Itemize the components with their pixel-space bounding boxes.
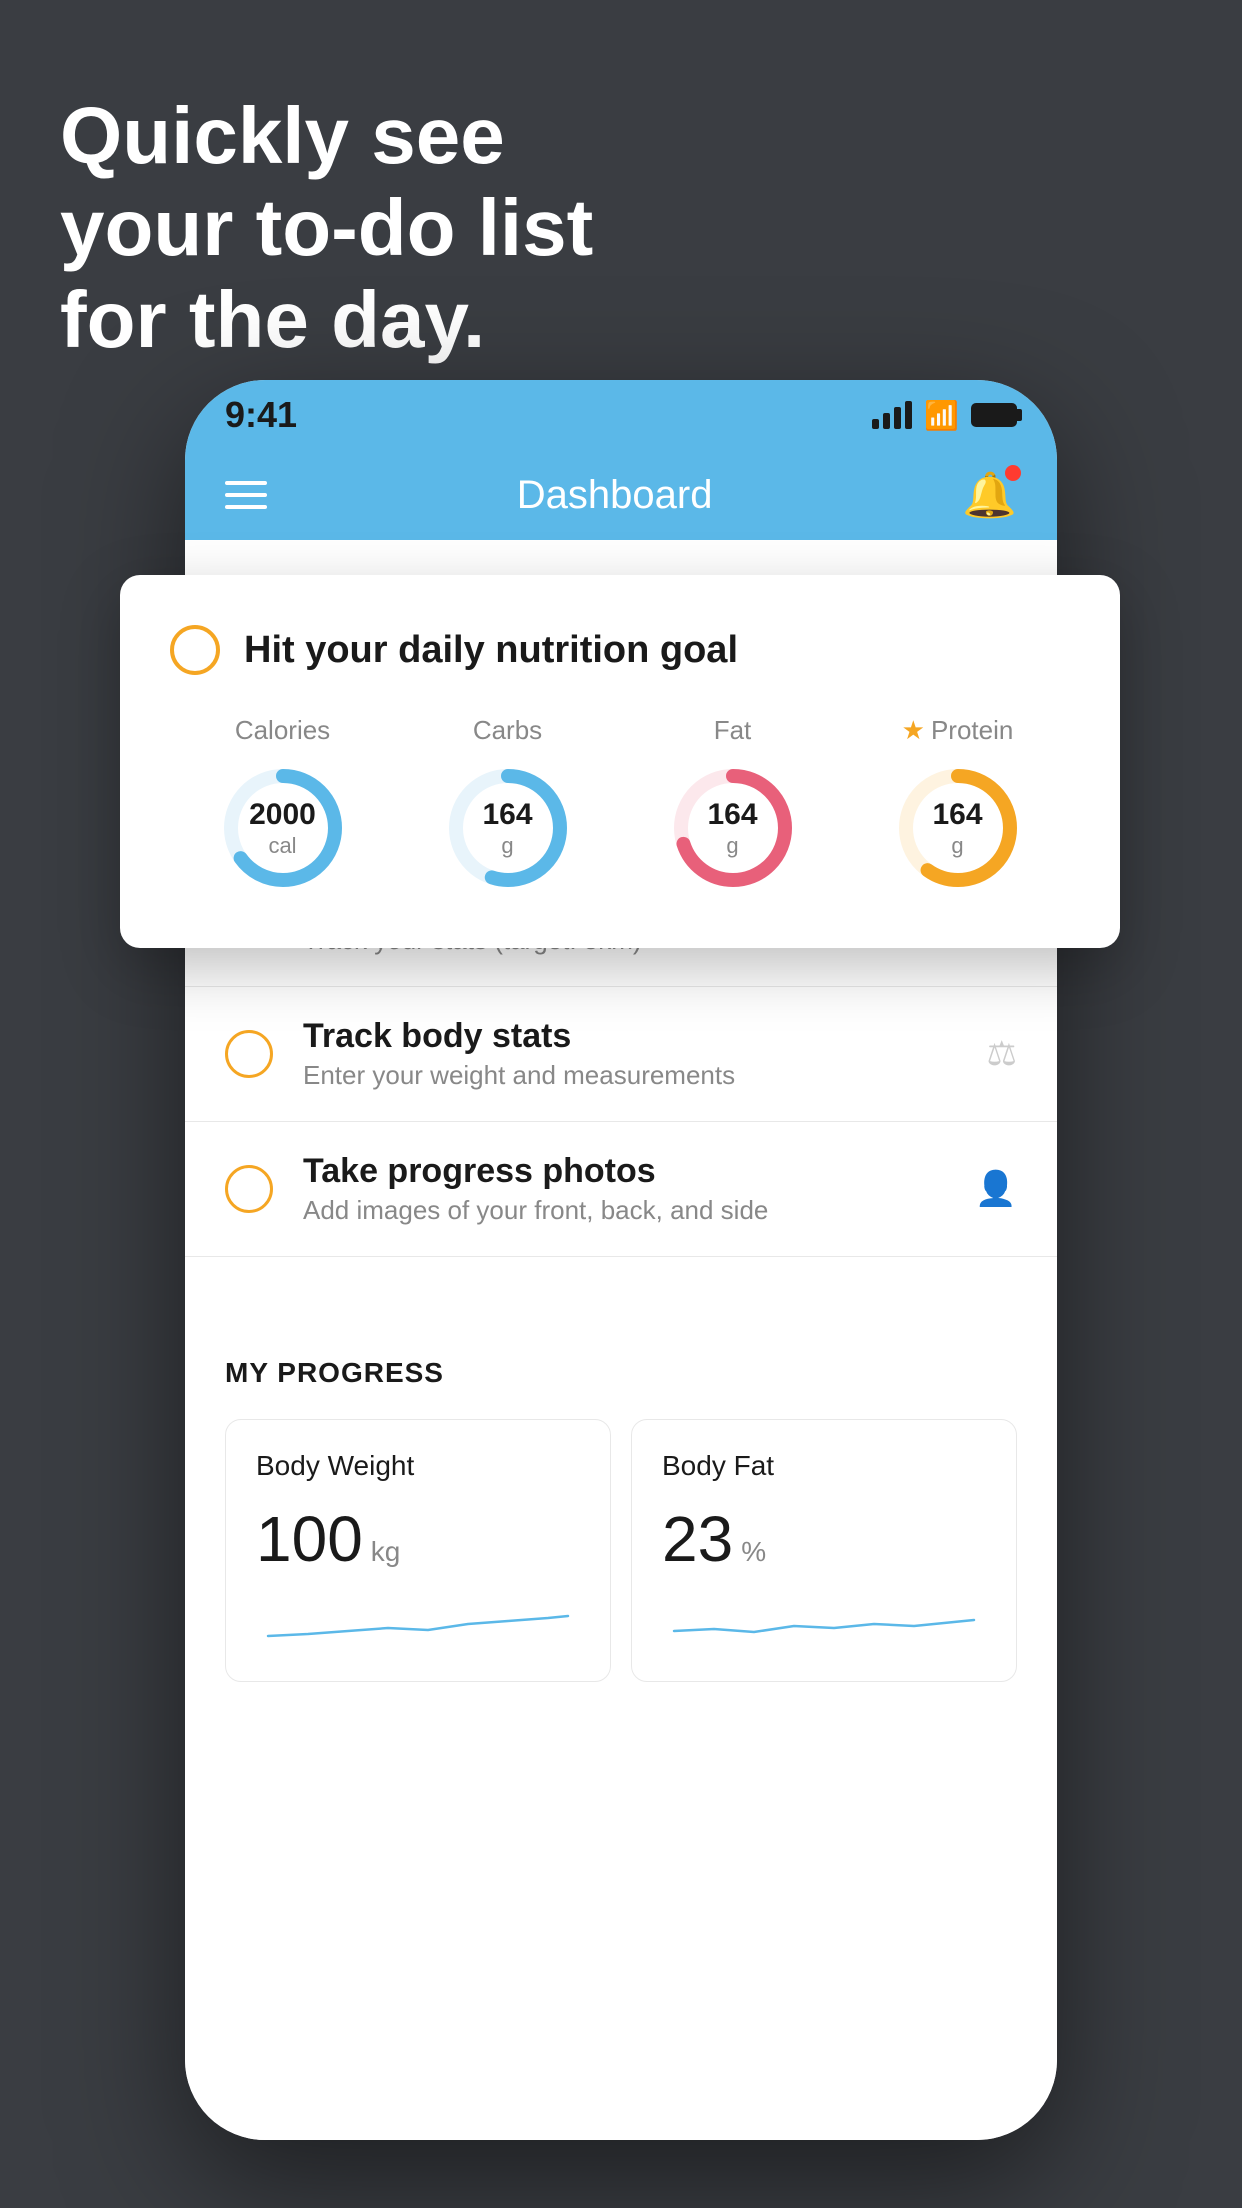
header-title: Dashboard	[517, 473, 713, 518]
calories-label: Calories	[235, 715, 330, 746]
body-weight-sparkline	[256, 1596, 580, 1646]
card-title-row: Hit your daily nutrition goal	[170, 625, 1070, 675]
battery-icon	[971, 403, 1017, 427]
progress-card-bodyfat[interactable]: Body Fat 23 %	[631, 1419, 1017, 1682]
fat-value: 164	[707, 797, 757, 833]
person-icon: 👤	[975, 1169, 1017, 1209]
protein-donut: 164 g	[888, 758, 1028, 898]
body-weight-unit: kg	[371, 1536, 401, 1568]
signal-bars-icon	[872, 401, 912, 429]
scale-icon: ⚖	[987, 1034, 1017, 1074]
body-fat-value-row: 23 %	[662, 1502, 986, 1576]
protein-value: 164	[932, 797, 982, 833]
protein-label: ★ Protein	[902, 715, 1014, 746]
todo-circle-photos	[225, 1165, 273, 1213]
notification-dot	[1005, 465, 1021, 481]
fat-unit: g	[726, 833, 738, 858]
nutrition-check-circle	[170, 625, 220, 675]
fat-label: Fat	[714, 715, 752, 746]
calories-value: 2000	[249, 797, 316, 833]
nutrition-card-title: Hit your daily nutrition goal	[244, 629, 738, 672]
status-bar: 9:41 📶	[185, 380, 1057, 450]
nutrition-carbs: Carbs 164 g	[438, 715, 578, 898]
carbs-donut: 164 g	[438, 758, 578, 898]
calories-donut: 2000 cal	[213, 758, 353, 898]
todo-subtitle-photos: Add images of your front, back, and side	[303, 1195, 975, 1226]
carbs-unit: g	[501, 833, 513, 858]
notification-bell-button[interactable]: 🔔	[962, 469, 1017, 521]
body-weight-value-row: 100 kg	[256, 1502, 580, 1576]
body-weight-label: Body Weight	[256, 1450, 580, 1482]
wifi-icon: 📶	[924, 399, 959, 432]
body-fat-label: Body Fat	[662, 1450, 986, 1482]
todo-title-photos: Take progress photos	[303, 1152, 975, 1191]
nutrition-fat: Fat 164 g	[663, 715, 803, 898]
todo-subtitle-body-stats: Enter your weight and measurements	[303, 1060, 987, 1091]
todo-text-photos: Take progress photos Add images of your …	[303, 1152, 975, 1226]
headline: Quickly see your to-do list for the day.	[60, 90, 593, 366]
todo-circle-body-stats	[225, 1030, 273, 1078]
body-weight-value: 100	[256, 1502, 363, 1576]
todo-title-body-stats: Track body stats	[303, 1017, 987, 1056]
nutrition-calories: Calories 2000 cal	[213, 715, 353, 898]
star-icon: ★	[902, 715, 925, 746]
todo-item-body-stats[interactable]: Track body stats Enter your weight and m…	[185, 987, 1057, 1122]
progress-section: MY PROGRESS Body Weight 100 kg Body Fat	[185, 1317, 1057, 1682]
todo-item-photos[interactable]: Take progress photos Add images of your …	[185, 1122, 1057, 1257]
todo-text-body-stats: Track body stats Enter your weight and m…	[303, 1017, 987, 1091]
calories-unit: cal	[268, 833, 296, 858]
progress-cards: Body Weight 100 kg Body Fat 23 %	[225, 1419, 1017, 1682]
progress-card-weight[interactable]: Body Weight 100 kg	[225, 1419, 611, 1682]
carbs-value: 164	[482, 797, 532, 833]
app-header: Dashboard 🔔	[185, 450, 1057, 540]
carbs-label: Carbs	[473, 715, 542, 746]
protein-unit: g	[951, 833, 963, 858]
fat-donut: 164 g	[663, 758, 803, 898]
status-icons: 📶	[872, 399, 1017, 432]
status-time: 9:41	[225, 394, 297, 436]
nutrition-circles: Calories 2000 cal Carbs	[170, 715, 1070, 898]
nutrition-card: Hit your daily nutrition goal Calories 2…	[120, 575, 1120, 948]
body-fat-sparkline	[662, 1596, 986, 1646]
body-fat-unit: %	[741, 1536, 766, 1568]
body-fat-value: 23	[662, 1502, 733, 1576]
progress-section-title: MY PROGRESS	[225, 1357, 1017, 1389]
hamburger-menu-button[interactable]	[225, 481, 267, 509]
nutrition-protein: ★ Protein 164 g	[888, 715, 1028, 898]
